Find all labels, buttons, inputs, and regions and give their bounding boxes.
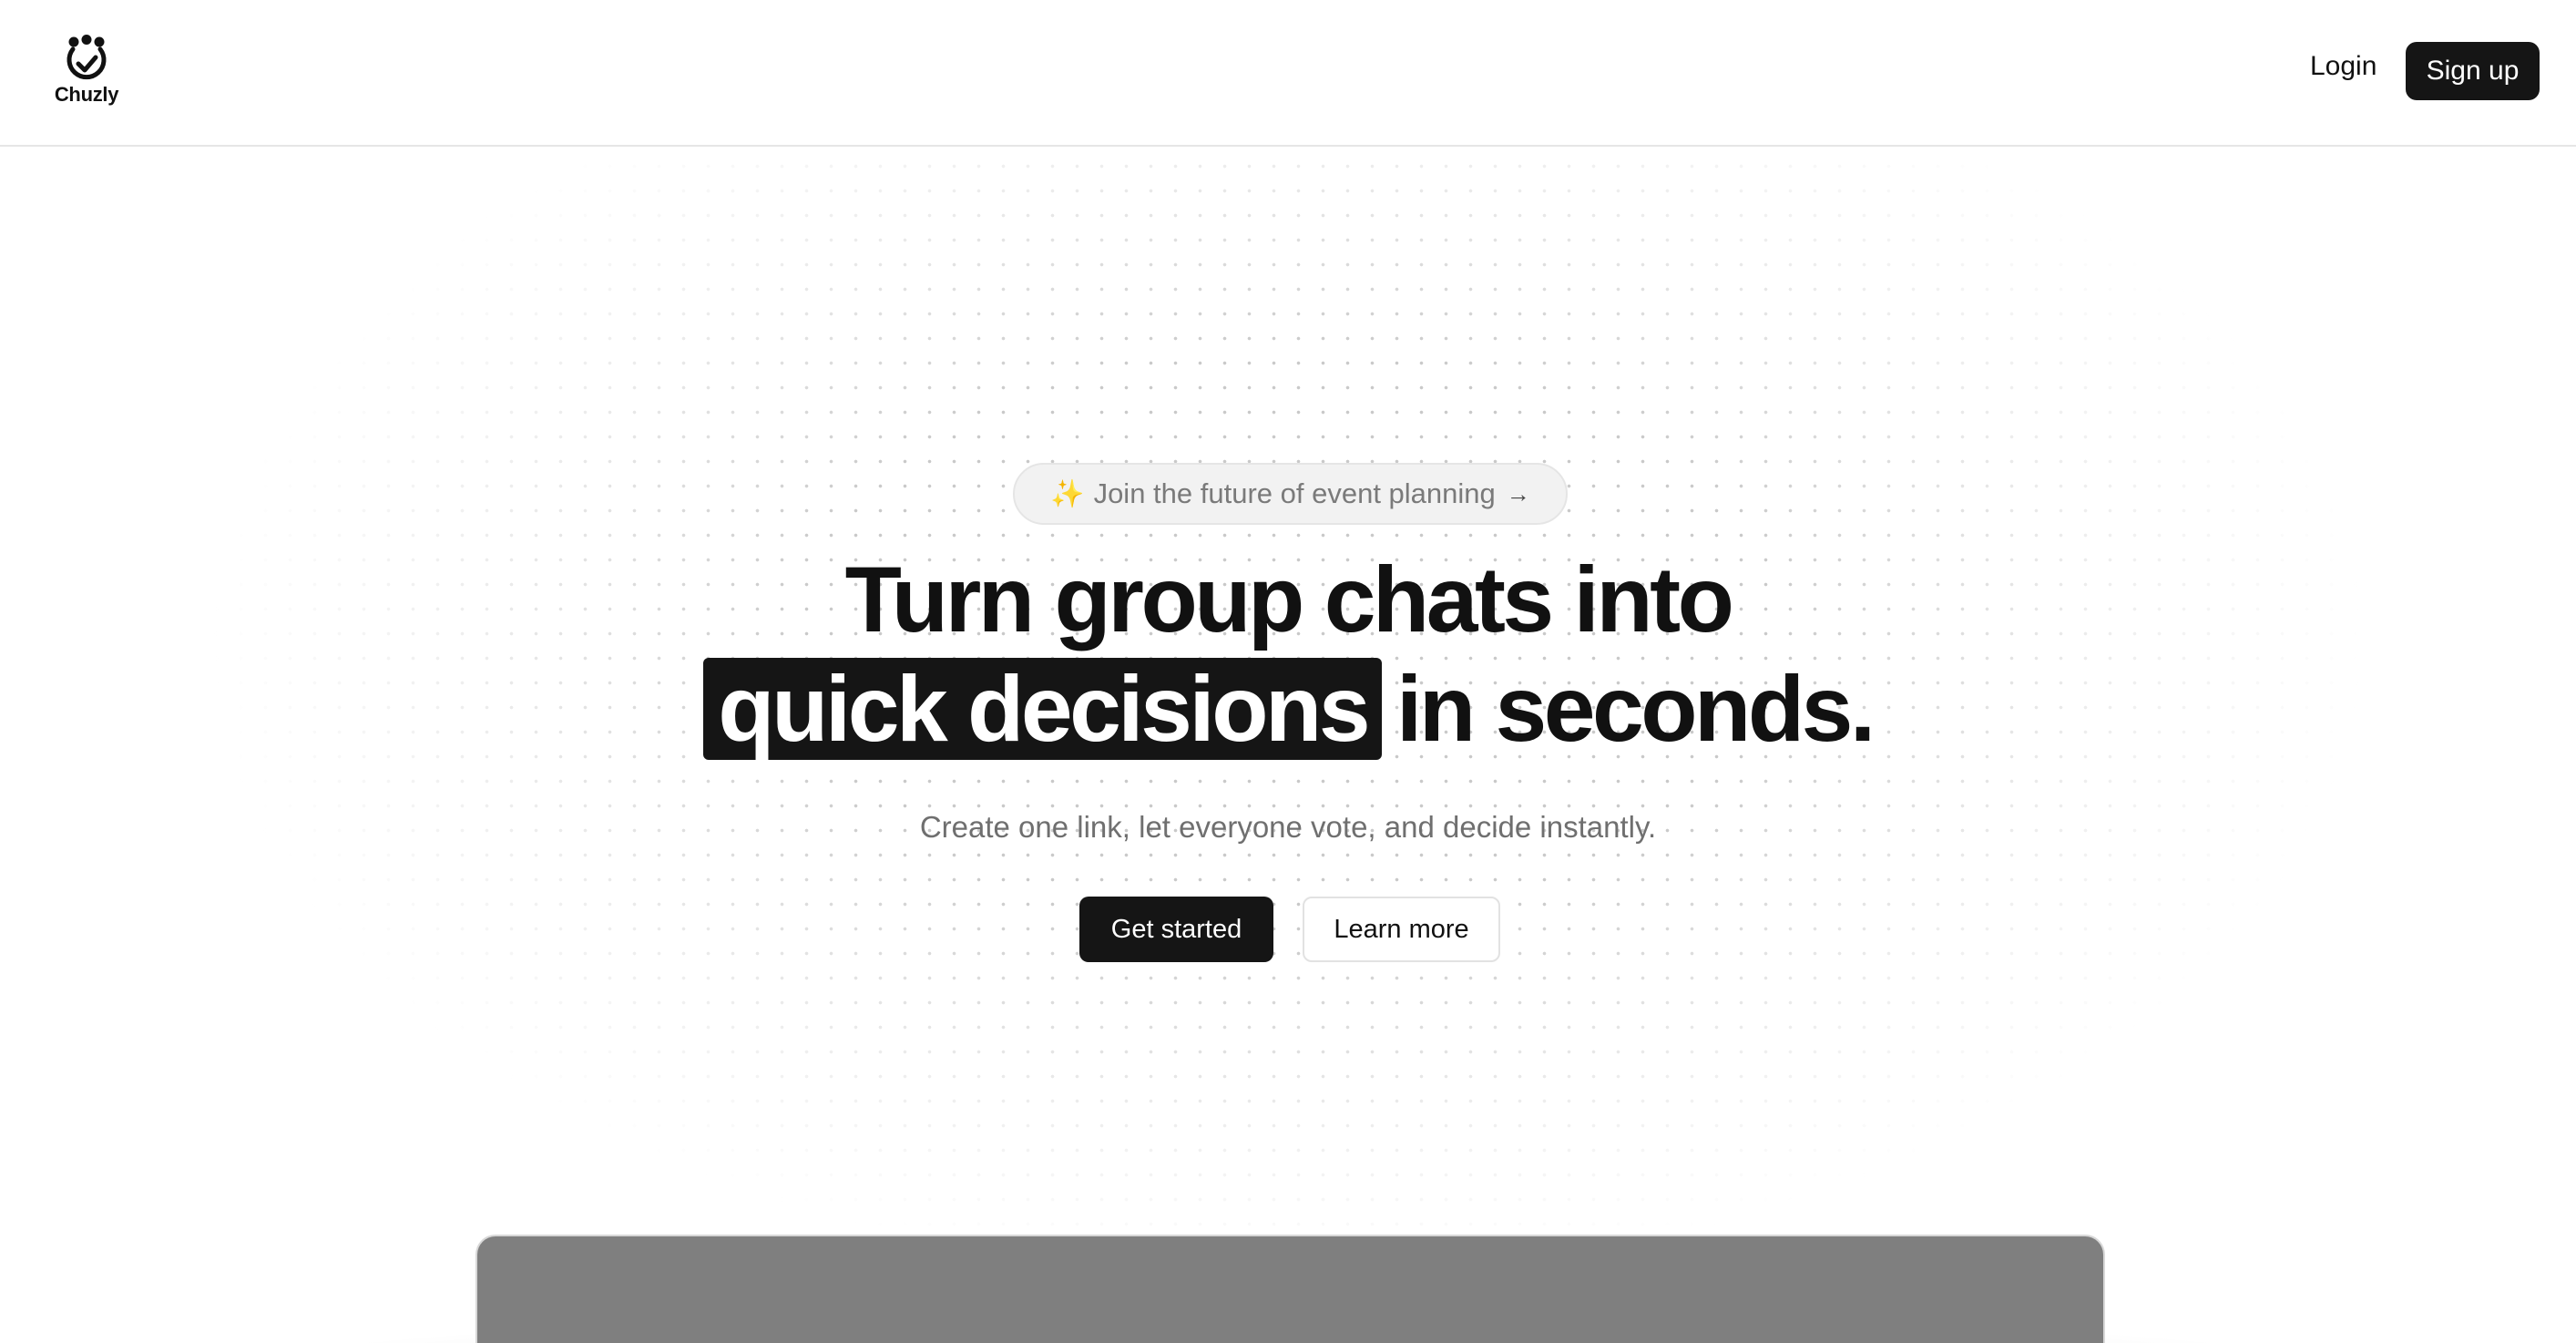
brand-name: Chuzly: [54, 83, 119, 106]
logo-mark-icon: [66, 35, 107, 80]
announcement-text: Join the future of event planning: [1093, 477, 1496, 509]
top-navbar: Chuzly Login Sign up: [0, 0, 2576, 147]
app-preview-card: [475, 1235, 2105, 1343]
get-started-button[interactable]: Get started: [1079, 897, 1273, 962]
headline-line-2: quick decisions in seconds.: [0, 654, 2576, 764]
learn-more-button[interactable]: Learn more: [1303, 897, 1500, 962]
hero-subtext: Create one link, let everyone vote, and …: [919, 810, 1657, 844]
announcement-pill[interactable]: ✨ Join the future of event planning →: [1013, 463, 1568, 525]
headline-line-1: Turn group chats into: [844, 548, 1734, 651]
sparkles-icon: ✨: [1050, 478, 1085, 509]
headline-highlight: quick decisions: [703, 658, 1383, 760]
login-link[interactable]: Login: [2310, 51, 2377, 82]
landing-page: Chuzly Login Sign up ✨ Join the future o…: [0, 0, 2576, 1343]
arrow-right-icon: →: [1506, 479, 1530, 507]
signup-button[interactable]: Sign up: [2406, 42, 2540, 100]
hero-headline: Turn group chats into quick decisions in …: [0, 545, 2576, 764]
brand-logo[interactable]: Chuzly: [53, 35, 120, 108]
headline-rest: in seconds.: [1396, 657, 1876, 761]
